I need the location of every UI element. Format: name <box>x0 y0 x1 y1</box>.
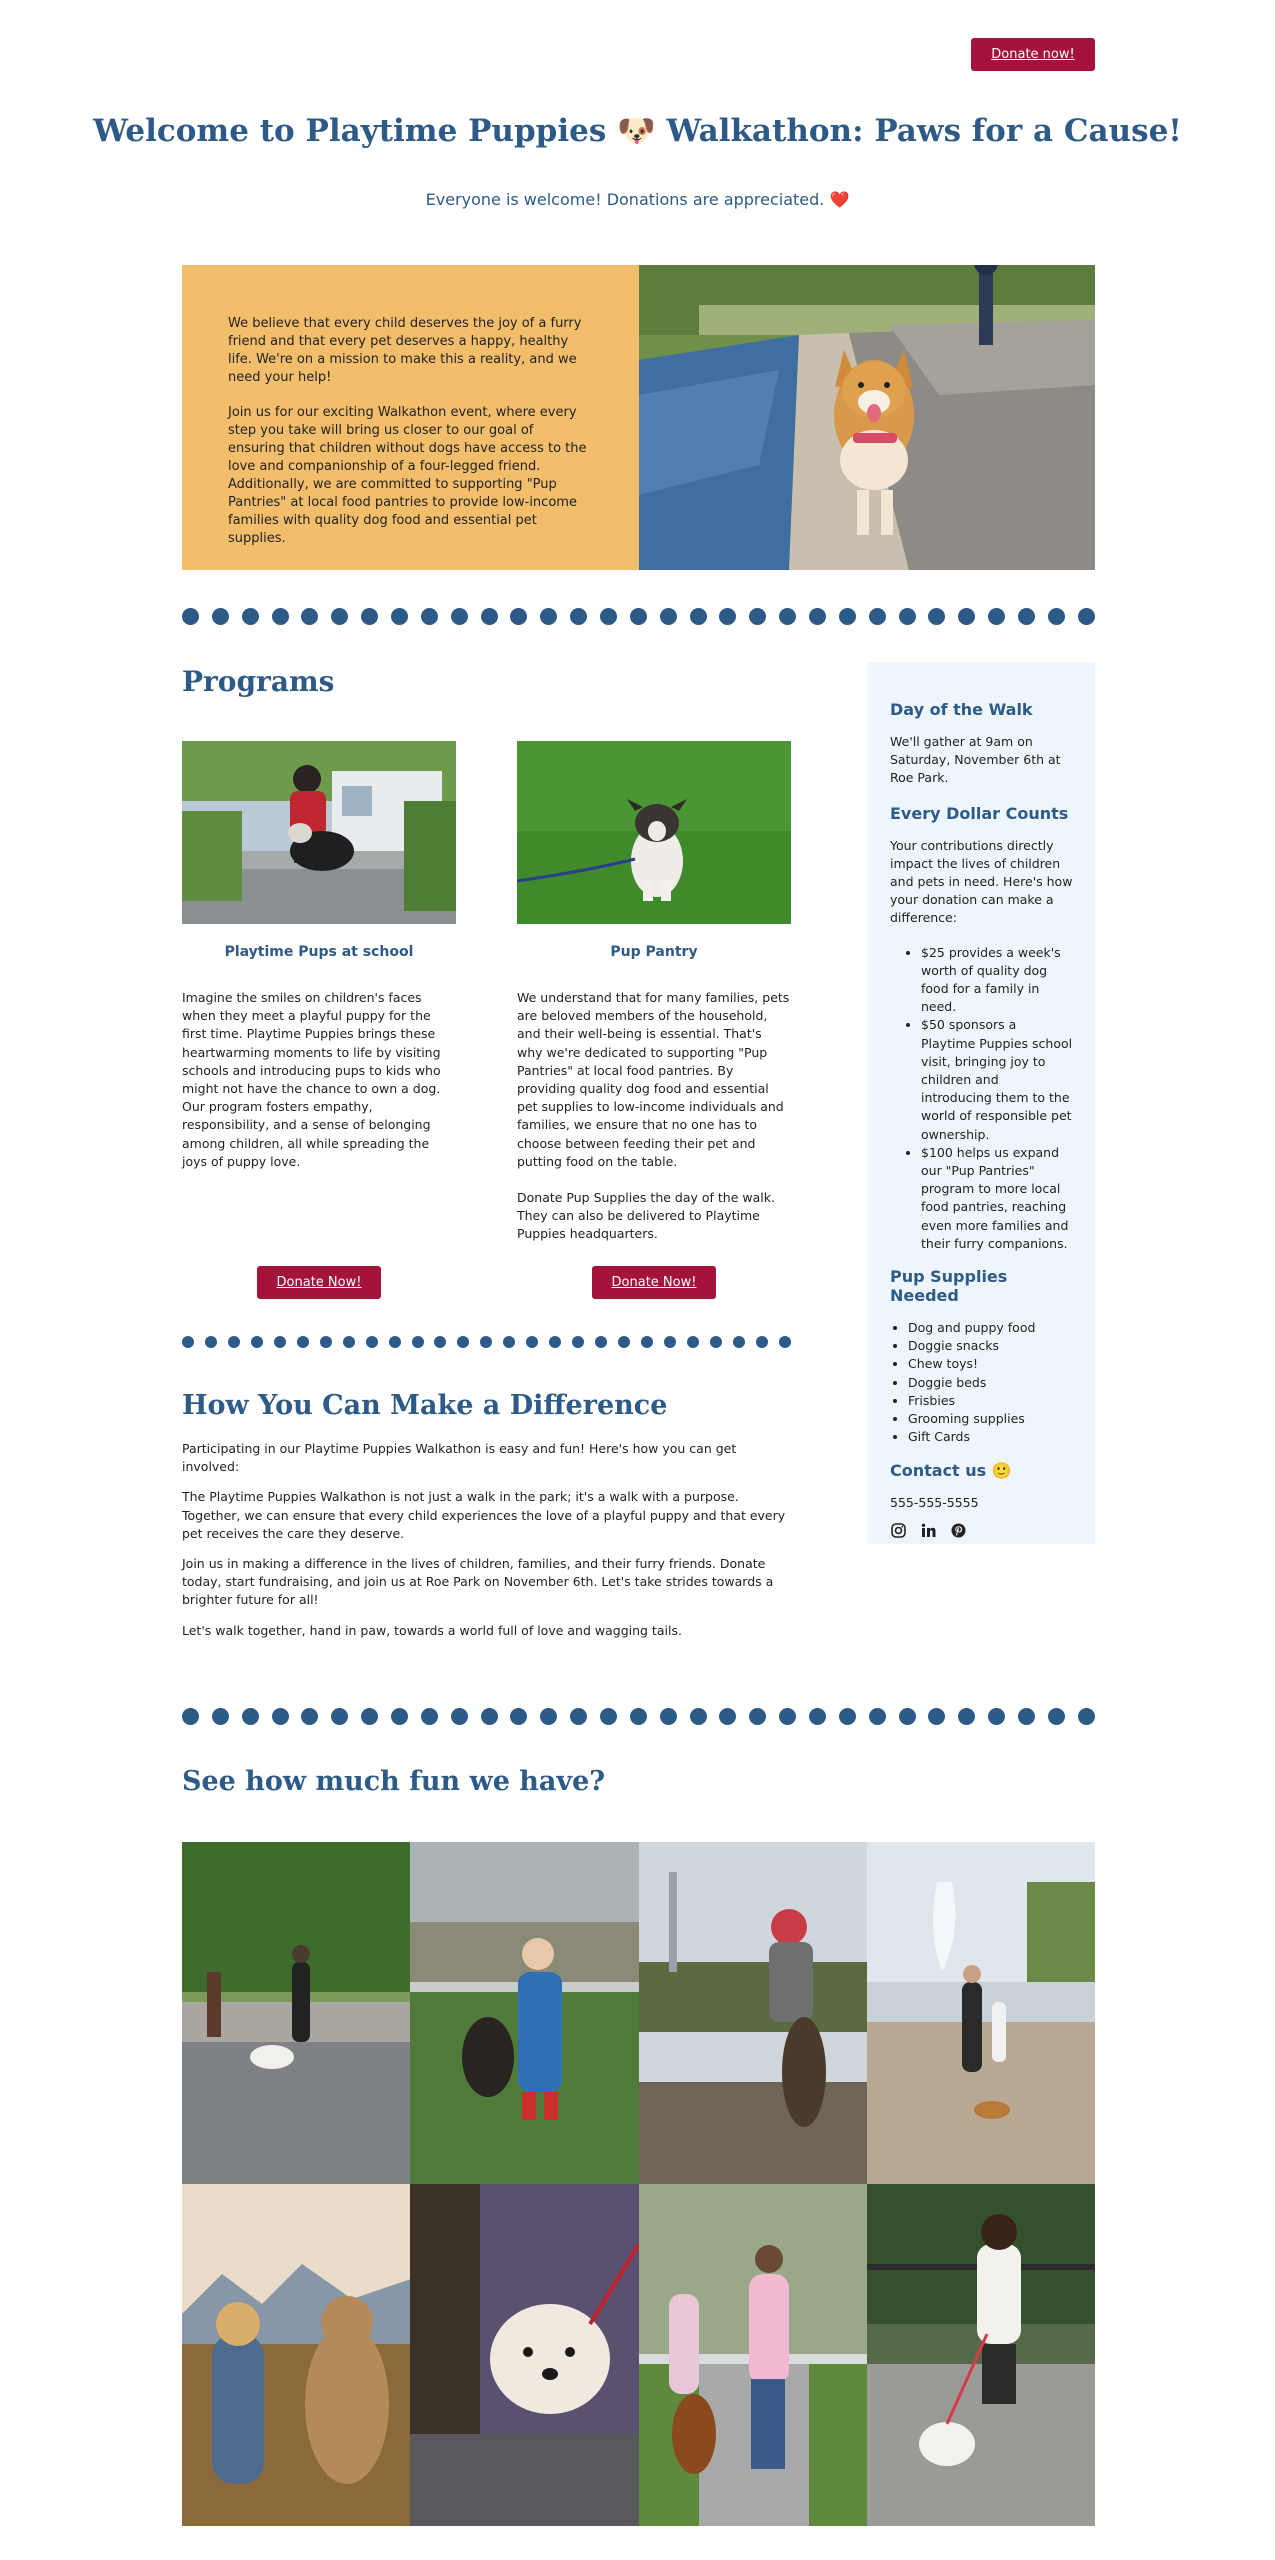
dot-divider <box>182 608 1095 625</box>
day-of-walk-text: We'll gather at 9am on Saturday, Novembe… <box>890 734 1061 786</box>
hero-text-panel: We believe that every child deserves the… <box>182 265 639 570</box>
difference-paragraph: Let's walk together, hand in paw, toward… <box>182 1622 682 1638</box>
donate-school-button[interactable]: Donate Now! <box>257 1266 381 1299</box>
list-item: Gift Cards <box>908 1428 1073 1446</box>
gallery-photo-mother-daughter-walk <box>638 2184 867 2526</box>
every-dollar-text: Your contributions directly impact the l… <box>890 837 1073 926</box>
social-links <box>890 1522 1073 1539</box>
list-item: Doggie snacks <box>908 1337 1073 1355</box>
donation-tiers-list: $25 provides a week's worth of quality d… <box>890 944 1073 1253</box>
school-visit-photo <box>182 741 456 924</box>
every-dollar-heading: Every Dollar Counts <box>890 803 1069 823</box>
difference-body: Participating in our Playtime Puppies Wa… <box>182 1440 787 1652</box>
pantry-puppy-photo <box>517 741 791 924</box>
contact-heading: Contact us 🙂 <box>890 1460 1012 1480</box>
linkedin-icon[interactable] <box>920 1522 937 1539</box>
supplies-heading: Pup Supplies Needed <box>890 1267 1008 1306</box>
programs-heading: Programs <box>182 665 335 698</box>
difference-paragraph: The Playtime Puppies Walkathon is not ju… <box>182 1489 786 1541</box>
donate-pantry-button[interactable]: Donate Now! <box>592 1266 716 1299</box>
difference-paragraph: Participating in our Playtime Puppies Wa… <box>182 1441 737 1475</box>
card-paragraph: We understand that for many families, pe… <box>517 990 790 1169</box>
list-item: Chew toys! <box>908 1355 1073 1373</box>
gallery-photo-woman-hugging-dog <box>638 1842 867 2184</box>
card-paragraph: Donate Pup Supplies the day of the walk.… <box>517 1190 775 1242</box>
difference-heading: How You Can Make a Difference <box>182 1390 668 1421</box>
corgi-photo <box>639 265 1095 570</box>
pinterest-icon[interactable] <box>950 1522 967 1539</box>
gallery-photo-woman-with-white-dog <box>866 2184 1095 2526</box>
page-subtitle: Everyone is welcome! Donations are appre… <box>425 190 850 209</box>
instagram-icon[interactable] <box>890 1522 907 1539</box>
hero-paragraph: Join us for our exciting Walkathon event… <box>228 405 587 546</box>
card-title-pantry: Pup Pantry <box>610 944 698 960</box>
gallery-photo-fountain-walk <box>866 1842 1095 2184</box>
gallery-heading: See how much fun we have? <box>182 1766 606 1797</box>
difference-paragraph: Join us in making a difference in the li… <box>182 1556 774 1608</box>
card-paragraph: Imagine the smiles on children's faces w… <box>182 990 441 1169</box>
card-body-school: Imagine the smiles on children's faces w… <box>182 989 456 1189</box>
photo-gallery <box>182 1842 1095 2526</box>
list-item: Grooming supplies <box>908 1410 1073 1428</box>
list-item: Frisbies <box>908 1392 1073 1410</box>
list-item: Doggie beds <box>908 1374 1073 1392</box>
list-item: Dog and puppy food <box>908 1319 1073 1337</box>
card-title-school: Playtime Pups at school <box>224 944 414 960</box>
sidebar: Day of the Walk We'll gather at 9am on S… <box>867 662 1095 1544</box>
phone-number: 555-555-5555 <box>890 1494 979 1510</box>
dot-divider <box>182 1336 791 1348</box>
gallery-photo-puppy-on-leash <box>410 2184 639 2526</box>
day-of-walk-heading: Day of the Walk <box>890 700 1033 719</box>
donate-now-button[interactable]: Donate now! <box>971 38 1095 71</box>
list-item: $100 helps us expand our "Pup Pantries" … <box>921 1144 1073 1253</box>
gallery-photo-boy-with-dog <box>410 1842 639 2184</box>
gallery-photo-child-and-dog-mountains <box>182 2184 411 2526</box>
hero-section: We believe that every child deserves the… <box>182 265 1095 570</box>
hero-paragraph: We believe that every child deserves the… <box>228 316 582 385</box>
list-item: $50 sponsors a Playtime Puppies school v… <box>921 1016 1073 1143</box>
dot-divider <box>182 1708 1095 1725</box>
gallery-photo-street-walk <box>182 1842 411 2184</box>
supplies-list: Dog and puppy food Doggie snacks Chew to… <box>890 1319 1073 1446</box>
list-item: $25 provides a week's worth of quality d… <box>921 944 1073 1017</box>
page-title: Welcome to Playtime Puppies 🐶 Walkathon:… <box>93 113 1182 149</box>
card-body-pantry: We understand that for many families, pe… <box>517 989 791 1262</box>
